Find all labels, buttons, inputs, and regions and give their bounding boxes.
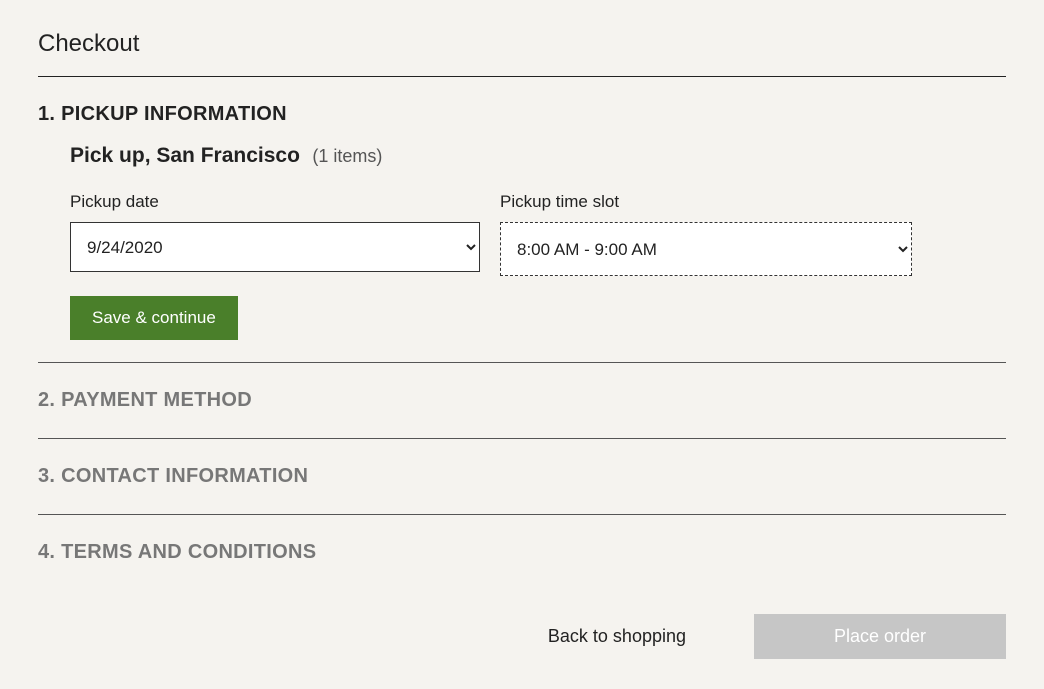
- step-terms-header: 4. TERMS AND CONDITIONS: [38, 541, 1006, 564]
- step-contact-header: 3. CONTACT INFORMATION: [38, 465, 1006, 488]
- page-title: Checkout: [38, 30, 1006, 58]
- pickup-form-row: Pickup date 9/24/2020 Pickup time slot 8…: [70, 192, 1006, 276]
- step-number: 3.: [38, 465, 55, 487]
- step-pickup-information: 1. PICKUP INFORMATION Pick up, San Franc…: [38, 77, 1006, 362]
- step-title-text: PAYMENT METHOD: [61, 389, 252, 411]
- step-payment-method: 2. PAYMENT METHOD: [38, 363, 1006, 412]
- step-number: 4.: [38, 541, 55, 563]
- pickup-date-label: Pickup date: [70, 192, 480, 212]
- step-title-text: TERMS AND CONDITIONS: [61, 541, 316, 563]
- pickup-time-select[interactable]: 8:00 AM - 9:00 AM: [500, 222, 912, 276]
- step-title-text: CONTACT INFORMATION: [61, 465, 308, 487]
- place-order-button[interactable]: Place order: [754, 614, 1006, 659]
- pickup-time-label: Pickup time slot: [500, 192, 912, 212]
- pickup-subtitle: Pick up, San Francisco (1 items): [70, 144, 1006, 168]
- step-title-text: PICKUP INFORMATION: [61, 103, 287, 125]
- footer-actions: Back to shopping Place order: [38, 614, 1006, 659]
- step-contact-information: 3. CONTACT INFORMATION: [38, 439, 1006, 488]
- step-number: 2.: [38, 389, 55, 411]
- pickup-date-group: Pickup date 9/24/2020: [70, 192, 480, 276]
- pickup-time-group: Pickup time slot 8:00 AM - 9:00 AM: [500, 192, 912, 276]
- step-payment-header: 2. PAYMENT METHOD: [38, 389, 1006, 412]
- pickup-location: Pick up, San Francisco: [70, 144, 300, 167]
- save-continue-button[interactable]: Save & continue: [70, 296, 238, 340]
- step-pickup-header: 1. PICKUP INFORMATION: [38, 103, 1006, 126]
- step-terms-conditions: 4. TERMS AND CONDITIONS: [38, 515, 1006, 564]
- pickup-date-select[interactable]: 9/24/2020: [70, 222, 480, 272]
- step-pickup-body: Pick up, San Francisco (1 items) Pickup …: [38, 144, 1006, 362]
- back-to-shopping-link[interactable]: Back to shopping: [548, 626, 686, 647]
- pickup-item-count: (1 items): [312, 146, 382, 166]
- step-number: 1.: [38, 103, 55, 125]
